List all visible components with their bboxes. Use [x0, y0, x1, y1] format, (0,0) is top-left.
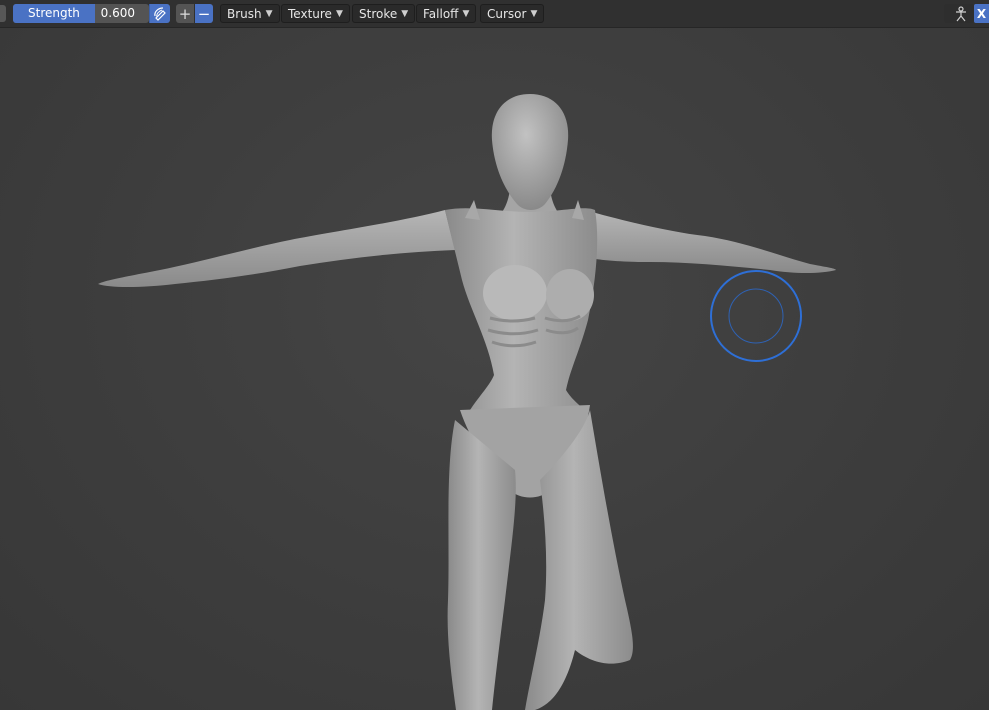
subtract-direction-button[interactable]: − — [195, 4, 213, 23]
chevron-down-icon: ▼ — [462, 8, 470, 19]
chevron-down-icon: ▼ — [335, 8, 343, 19]
head — [491, 94, 569, 210]
add-direction-button[interactable]: + — [176, 4, 194, 23]
3d-viewport[interactable] — [0, 28, 989, 710]
pressure-toggle-button[interactable] — [149, 4, 170, 23]
sculpt-scene — [98, 94, 836, 710]
cursor-menu-label: Cursor — [487, 6, 527, 21]
falloff-menu-label: Falloff — [423, 6, 459, 21]
minus-label: − — [197, 4, 211, 23]
armature-rig-icon[interactable] — [953, 6, 969, 22]
sculpt-model — [98, 94, 836, 710]
stroke-menu[interactable]: Stroke ▼ — [352, 4, 416, 23]
cursor-menu[interactable]: Cursor ▼ — [480, 4, 545, 23]
right-arm — [585, 210, 836, 273]
strength-label: Strength — [28, 6, 80, 20]
left-leg — [447, 420, 516, 710]
x-axis-mirror-button[interactable]: X — [974, 4, 989, 23]
chevron-down-icon: ▼ — [530, 8, 538, 19]
header-toolbar: Strength 0.600 + − Brush ▼ Texture ▼ Strok… — [0, 0, 989, 28]
falloff-menu[interactable]: Falloff ▼ — [416, 4, 477, 23]
texture-menu-label: Texture — [288, 6, 332, 21]
brush-menu-label: Brush — [227, 6, 262, 21]
strength-value: 0.600 — [100, 6, 135, 20]
stroke-menu-label: Stroke — [359, 6, 398, 21]
chevron-down-icon: ▼ — [401, 8, 409, 19]
texture-menu[interactable]: Texture ▼ — [281, 4, 350, 23]
brush-cursor — [710, 270, 802, 362]
left-arm — [98, 210, 455, 287]
chest-left — [483, 265, 547, 321]
chevron-down-icon: ▼ — [265, 8, 273, 19]
plus-label: + — [178, 4, 192, 23]
pen-pressure-icon — [153, 7, 166, 21]
strength-slider[interactable]: Strength 0.600 — [13, 4, 149, 23]
x-axis-label: X — [976, 6, 987, 21]
brush-menu[interactable]: Brush ▼ — [220, 4, 280, 23]
chest-right — [546, 269, 594, 321]
tool-icon[interactable] — [0, 5, 6, 22]
